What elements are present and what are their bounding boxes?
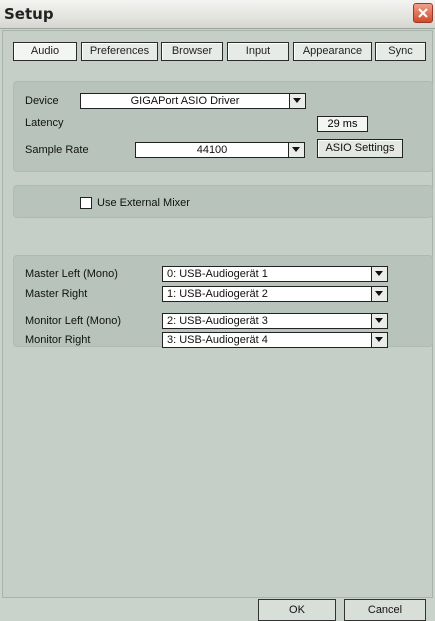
sample-rate-value: 44100 bbox=[196, 144, 228, 156]
chevron-down-icon[interactable] bbox=[371, 287, 387, 301]
use-external-mixer-checkbox[interactable] bbox=[80, 197, 92, 209]
tab-browser[interactable]: Browser bbox=[161, 42, 223, 61]
monitor-left-select[interactable]: 2: USB-Audiogerät 3 bbox=[162, 313, 388, 329]
routing-panel: Master Left (Mono) 0: USB-Audiogerät 1 M… bbox=[13, 255, 433, 348]
cancel-button[interactable]: Cancel bbox=[344, 599, 426, 621]
title-bar: Setup bbox=[0, 0, 435, 29]
master-left-value: 0: USB-Audiogerät 1 bbox=[167, 268, 268, 280]
chevron-down-icon[interactable] bbox=[289, 94, 305, 108]
ok-button[interactable]: OK bbox=[258, 599, 336, 621]
monitor-left-value: 2: USB-Audiogerät 3 bbox=[167, 315, 268, 327]
close-button[interactable] bbox=[413, 3, 433, 23]
latency-label: Latency bbox=[25, 117, 64, 129]
sample-rate-label: Sample Rate bbox=[25, 144, 89, 156]
master-right-value: 1: USB-Audiogerät 2 bbox=[167, 288, 268, 300]
close-icon bbox=[418, 8, 428, 18]
chevron-down-icon[interactable] bbox=[371, 333, 387, 347]
device-select[interactable]: GIGAPort ASIO Driver bbox=[80, 93, 306, 109]
chevron-down-icon[interactable] bbox=[288, 143, 304, 157]
chevron-down-icon[interactable] bbox=[371, 314, 387, 328]
latency-value: 29 ms bbox=[317, 116, 368, 132]
monitor-left-label: Monitor Left (Mono) bbox=[25, 315, 121, 327]
sample-rate-select[interactable]: 44100 bbox=[135, 142, 305, 158]
master-left-select[interactable]: 0: USB-Audiogerät 1 bbox=[162, 266, 388, 282]
tab-sync[interactable]: Sync bbox=[375, 42, 426, 61]
monitor-right-select[interactable]: 3: USB-Audiogerät 4 bbox=[162, 332, 388, 348]
tab-appearance[interactable]: Appearance bbox=[293, 42, 372, 61]
master-left-label: Master Left (Mono) bbox=[25, 268, 118, 280]
device-label: Device bbox=[25, 95, 59, 107]
device-value: GIGAPort ASIO Driver bbox=[130, 95, 240, 107]
device-panel: Device GIGAPort ASIO Driver Latency 29 m… bbox=[13, 81, 433, 172]
asio-settings-button[interactable]: ASIO Settings bbox=[317, 139, 403, 158]
mixer-panel: Use External Mixer bbox=[13, 185, 433, 218]
window-title: Setup bbox=[4, 5, 54, 23]
use-external-mixer-label: Use External Mixer bbox=[97, 197, 190, 209]
master-right-label: Master Right bbox=[25, 288, 88, 300]
setup-window: Audio Preferences Browser Input Appearan… bbox=[2, 30, 433, 621]
chevron-down-icon[interactable] bbox=[371, 267, 387, 281]
tab-input[interactable]: Input bbox=[227, 42, 289, 61]
tab-preferences[interactable]: Preferences bbox=[81, 42, 158, 61]
master-right-select[interactable]: 1: USB-Audiogerät 2 bbox=[162, 286, 388, 302]
monitor-right-value: 3: USB-Audiogerät 4 bbox=[167, 334, 268, 346]
monitor-right-label: Monitor Right bbox=[25, 334, 91, 346]
tab-audio[interactable]: Audio bbox=[13, 42, 77, 61]
